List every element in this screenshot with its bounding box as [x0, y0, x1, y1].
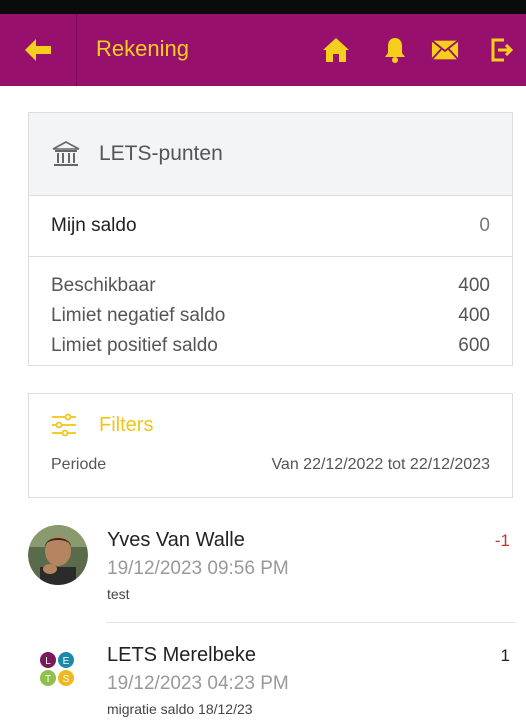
transaction-description: test	[107, 586, 130, 602]
sliders-icon	[52, 413, 76, 437]
limits-list: Beschikbaar 400 Limiet negatief saldo 40…	[29, 257, 512, 361]
divider	[106, 622, 516, 623]
saldo-label: Mijn saldo	[51, 215, 137, 236]
transaction-description: migratie saldo 18/12/23	[107, 701, 253, 717]
transaction-name: LETS Merelbeke	[107, 644, 256, 666]
transaction-date: 19/12/2023 09:56 PM	[107, 558, 289, 579]
filters-title: Filters	[99, 413, 154, 436]
limit-row: Limiet negatief saldo 400	[51, 301, 490, 331]
transaction-name: Yves Van Walle	[107, 529, 245, 551]
avatar	[28, 525, 88, 585]
limit-value: 400	[458, 305, 490, 326]
logo-letter: S	[63, 674, 70, 685]
transaction-date: 19/12/2023 04:23 PM	[107, 673, 289, 694]
transaction-amount: -1	[494, 531, 510, 550]
logo-letter: T	[45, 674, 51, 685]
period-row: Periode Van 22/12/2022 tot 22/12/2023	[29, 456, 512, 474]
logo-letter: L	[45, 656, 51, 667]
filters-card: Filters Periode Van 22/12/2022 tot 22/12…	[28, 393, 513, 498]
limit-label: Limiet negatief saldo	[51, 305, 226, 326]
transaction-amount: 1	[500, 646, 510, 665]
period-label: Periode	[51, 456, 107, 473]
account-card: LETS-punten Mijn saldo 0 Beschikbaar 400…	[28, 112, 513, 366]
top-app-bar: Rekening	[0, 14, 526, 86]
logout-button[interactable]	[488, 36, 516, 64]
page-title: Rekening	[96, 36, 189, 61]
arrow-left-icon	[25, 39, 51, 61]
messages-button[interactable]	[431, 36, 459, 64]
saldo-value: 0	[479, 215, 490, 236]
limit-row: Limiet positief saldo 600	[51, 331, 490, 361]
bank-icon	[52, 141, 80, 166]
limit-label: Beschikbaar	[51, 275, 156, 296]
account-card-title: LETS-punten	[99, 142, 223, 165]
back-button[interactable]	[0, 14, 77, 86]
period-value: Van 22/12/2022 tot 22/12/2023	[271, 456, 490, 473]
home-icon	[323, 38, 349, 62]
home-button[interactable]	[322, 36, 350, 64]
lets-logo: L E T S	[28, 640, 88, 700]
logout-icon	[491, 38, 514, 62]
limit-label: Limiet positief saldo	[51, 335, 218, 356]
saldo-row: Mijn saldo 0	[29, 196, 512, 257]
limit-value: 400	[458, 275, 490, 296]
limit-value: 600	[458, 335, 490, 356]
logo-letter: E	[63, 656, 70, 667]
envelope-icon	[431, 39, 459, 60]
status-bar	[0, 0, 526, 14]
account-card-header: LETS-punten	[29, 113, 512, 196]
limit-row: Beschikbaar 400	[51, 271, 490, 301]
notifications-button[interactable]	[381, 36, 409, 64]
filters-toggle[interactable]: Filters	[29, 394, 512, 456]
bell-icon	[385, 38, 405, 63]
